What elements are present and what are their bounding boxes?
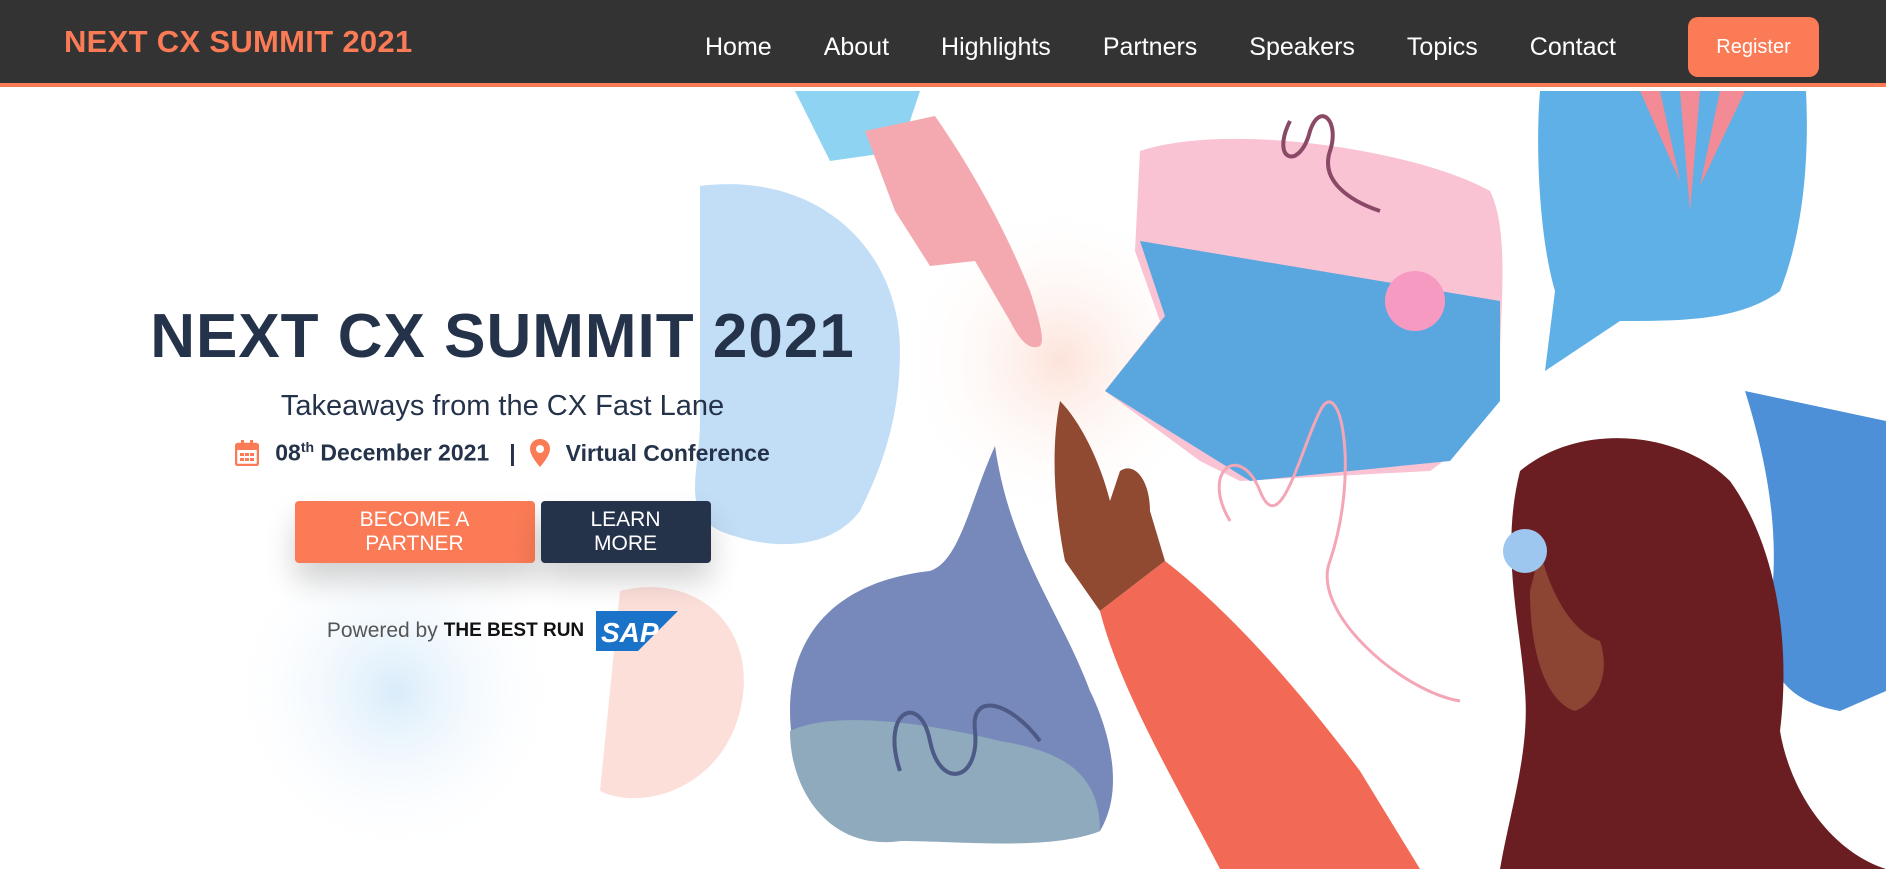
nav-about[interactable]: About — [824, 33, 889, 62]
powered-by: Powered by THE BEST RUN SAP — [120, 611, 885, 651]
cta-row: BECOME A PARTNER LEARN MORE — [120, 501, 885, 563]
hero-content: NEXT CX SUMMIT 2021 Takeaways from the C… — [120, 301, 885, 651]
brand-logo[interactable]: NEXT CX SUMMIT 2021 — [64, 24, 413, 60]
speech-bubble-blue-right — [1538, 91, 1807, 371]
best-run-text: THE BEST RUN — [443, 620, 585, 641]
map-pin-icon — [529, 439, 550, 467]
sap-logo: SAP — [596, 611, 679, 651]
event-info: 08th December 2021 | Virtual Conference — [120, 439, 885, 467]
event-location: Virtual Conference — [565, 439, 770, 466]
nav-contact[interactable]: Contact — [1530, 33, 1616, 62]
coral-arm — [1100, 561, 1420, 869]
svg-text:SAP: SAP — [601, 617, 659, 648]
info-separator: | — [509, 439, 516, 466]
main-nav: Home About Highlights Partners Speakers … — [705, 33, 1668, 62]
powered-by-label: Powered by — [326, 619, 438, 642]
become-partner-button[interactable]: BECOME A PARTNER — [294, 501, 535, 563]
nav-speakers[interactable]: Speakers — [1249, 33, 1355, 62]
blue-earring — [1503, 529, 1547, 573]
register-button[interactable]: Register — [1688, 17, 1819, 77]
event-date: 08th December 2021 — [275, 439, 490, 466]
hero-title: NEXT CX SUMMIT 2021 — [150, 302, 855, 371]
nav-partners[interactable]: Partners — [1103, 33, 1197, 62]
learn-more-button[interactable]: LEARN MORE — [540, 501, 711, 563]
hero-subtitle: Takeaways from the CX Fast Lane — [280, 390, 725, 422]
pink-dot — [1385, 271, 1445, 331]
hero-section: NEXT CX SUMMIT 2021 Takeaways from the C… — [0, 91, 1886, 869]
nav-highlights[interactable]: Highlights — [941, 33, 1051, 62]
nav-topics[interactable]: Topics — [1407, 33, 1478, 62]
calendar-icon — [235, 440, 260, 466]
navbar: NEXT CX SUMMIT 2021 Home About Highlight… — [0, 0, 1886, 87]
nav-home[interactable]: Home — [705, 33, 772, 62]
